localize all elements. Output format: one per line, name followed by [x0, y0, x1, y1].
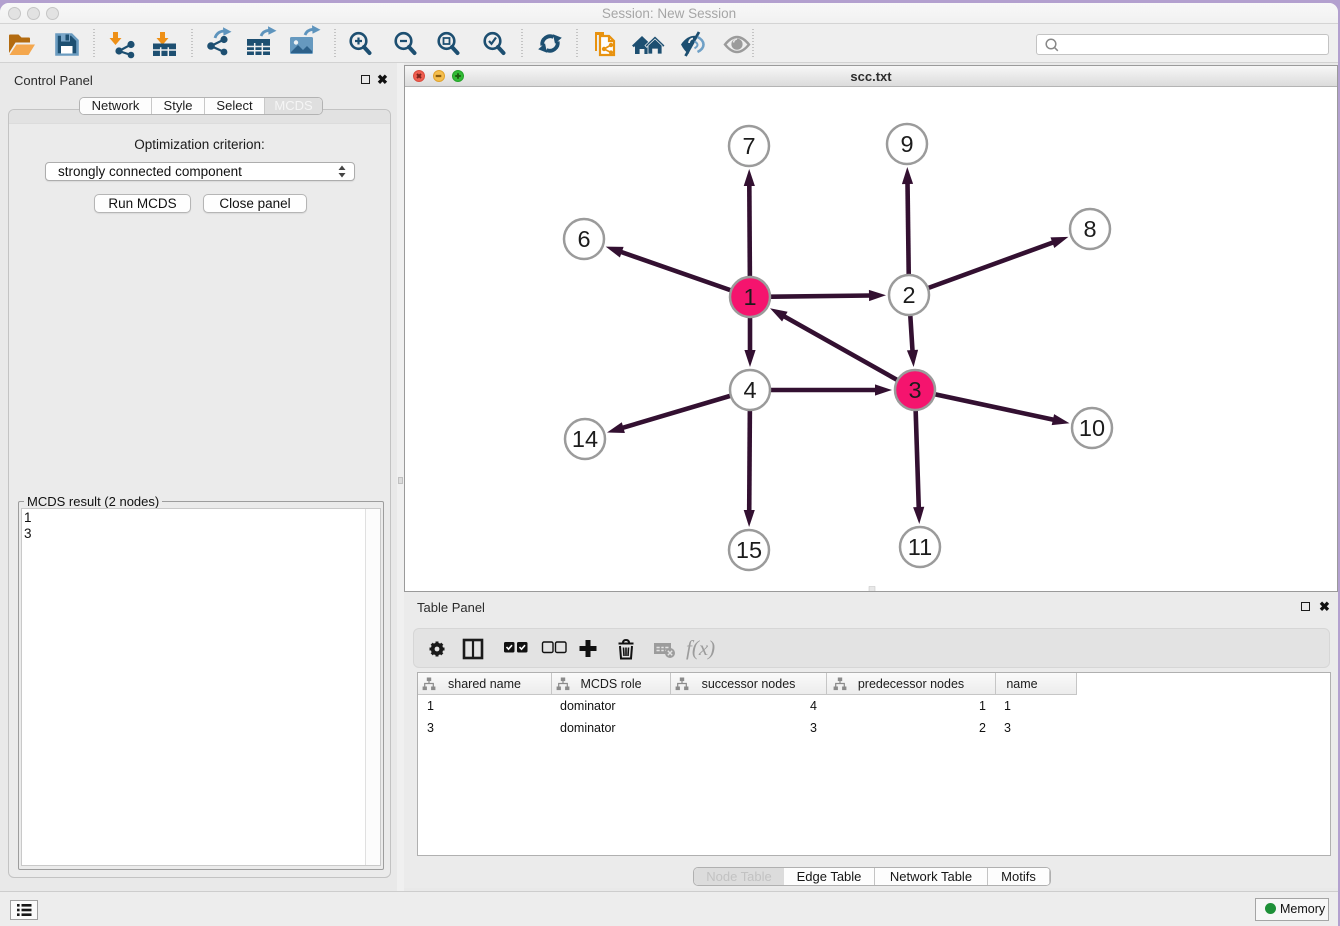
svg-text:4: 4 [743, 377, 756, 403]
svg-text:9: 9 [900, 131, 913, 157]
svg-text:f(x): f(x) [686, 636, 715, 660]
svg-text:6: 6 [577, 226, 590, 252]
svg-text:15: 15 [736, 537, 762, 563]
svg-text:2: 2 [902, 282, 915, 308]
svg-text:3: 3 [908, 377, 921, 403]
svg-text:1: 1 [743, 284, 756, 310]
svg-text:14: 14 [572, 426, 598, 452]
svg-text:8: 8 [1083, 216, 1096, 242]
svg-text:11: 11 [908, 534, 932, 560]
svg-text:10: 10 [1079, 415, 1105, 441]
svg-text:7: 7 [742, 133, 755, 159]
